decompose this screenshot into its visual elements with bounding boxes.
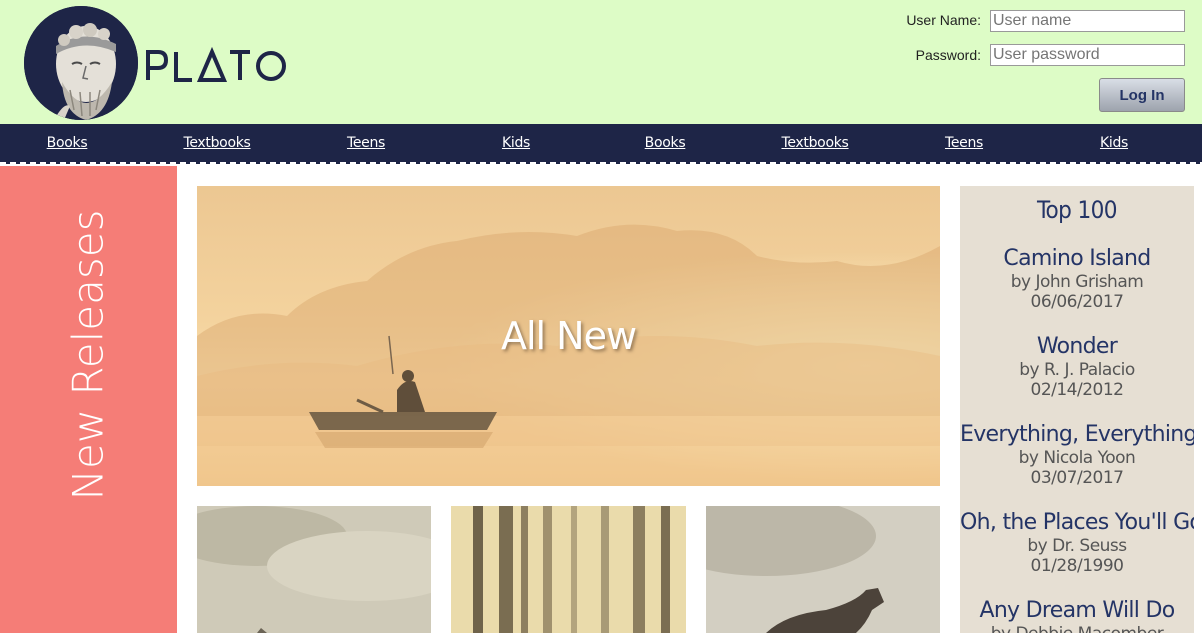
book-date: 01/28/1990 — [1030, 556, 1124, 576]
nav-item-teens[interactable]: Teens — [945, 135, 983, 151]
book-title[interactable]: Everything, Everything — [960, 422, 1194, 448]
password-label: Password: — [915, 47, 981, 63]
release-thumbnail[interactable] — [706, 506, 940, 633]
nav-item-teens[interactable]: Teens — [347, 135, 385, 151]
hero-title: All New — [500, 314, 637, 358]
book-author: by Debbie Macomber — [960, 624, 1194, 633]
book-date: 03/07/2017 — [1030, 468, 1124, 488]
book-title[interactable]: Any Dream Will Do — [960, 598, 1194, 624]
login-button[interactable]: Log In — [1099, 78, 1185, 112]
nav-item-books[interactable]: Books — [645, 135, 686, 151]
book-title[interactable]: Camino Island — [960, 246, 1194, 272]
list-item[interactable]: Camino Island by John Grisham 06/06/2017 — [960, 246, 1194, 312]
book-date: 06/06/2017 — [1030, 292, 1124, 312]
release-thumbnail[interactable] — [197, 506, 431, 633]
book-title[interactable]: Oh, the Places You'll Go! — [960, 510, 1194, 536]
main-nav: Books Textbooks Teens Kids Books Textboo… — [0, 124, 1202, 164]
horse-image — [706, 506, 940, 633]
nav-item-kids[interactable]: Kids — [502, 135, 530, 151]
top-100-title: Top 100 — [1037, 196, 1117, 224]
plato-portrait-logo-icon[interactable] — [24, 6, 138, 120]
top-100-panel: Top 100 Camino Island by John Grisham 06… — [960, 186, 1194, 633]
nav-item-textbooks[interactable]: Textbooks — [183, 135, 250, 151]
book-date: 02/14/2012 — [1030, 380, 1124, 400]
list-item[interactable]: Wonder by R. J. Palacio 02/14/2012 — [960, 334, 1194, 400]
book-author: by John Grisham — [1010, 272, 1144, 292]
nav-item-textbooks[interactable]: Textbooks — [781, 135, 848, 151]
password-input[interactable] — [990, 44, 1185, 66]
plato-wordmark-logo[interactable] — [144, 40, 294, 90]
new-releases-label: New Releases — [63, 209, 113, 501]
stormy-sky-image — [197, 506, 431, 633]
list-item[interactable]: Everything, Everything by Nicola Yoon 03… — [960, 422, 1194, 488]
nav-item-kids[interactable]: Kids — [1100, 135, 1128, 151]
new-releases-panel[interactable]: New Releases — [0, 166, 177, 633]
book-author: by R. J. Palacio — [1019, 360, 1135, 380]
username-label: User Name: — [906, 12, 981, 28]
username-input[interactable] — [990, 10, 1185, 32]
list-item[interactable]: Any Dream Will Do by Debbie Macomber — [960, 598, 1194, 633]
list-item[interactable]: Oh, the Places You'll Go! by Dr. Seuss 0… — [960, 510, 1194, 576]
hero-banner[interactable]: All New — [197, 186, 940, 486]
nav-dashed-divider — [0, 162, 1202, 164]
release-thumbnail[interactable] — [451, 506, 686, 633]
book-author: by Nicola Yoon — [1018, 448, 1136, 468]
site-header: User Name: Password: Log In — [0, 0, 1202, 124]
book-title[interactable]: Wonder — [960, 334, 1194, 360]
nav-item-books[interactable]: Books — [47, 135, 88, 151]
misty-forest-image — [451, 506, 686, 633]
book-author: by Dr. Seuss — [1027, 536, 1127, 556]
